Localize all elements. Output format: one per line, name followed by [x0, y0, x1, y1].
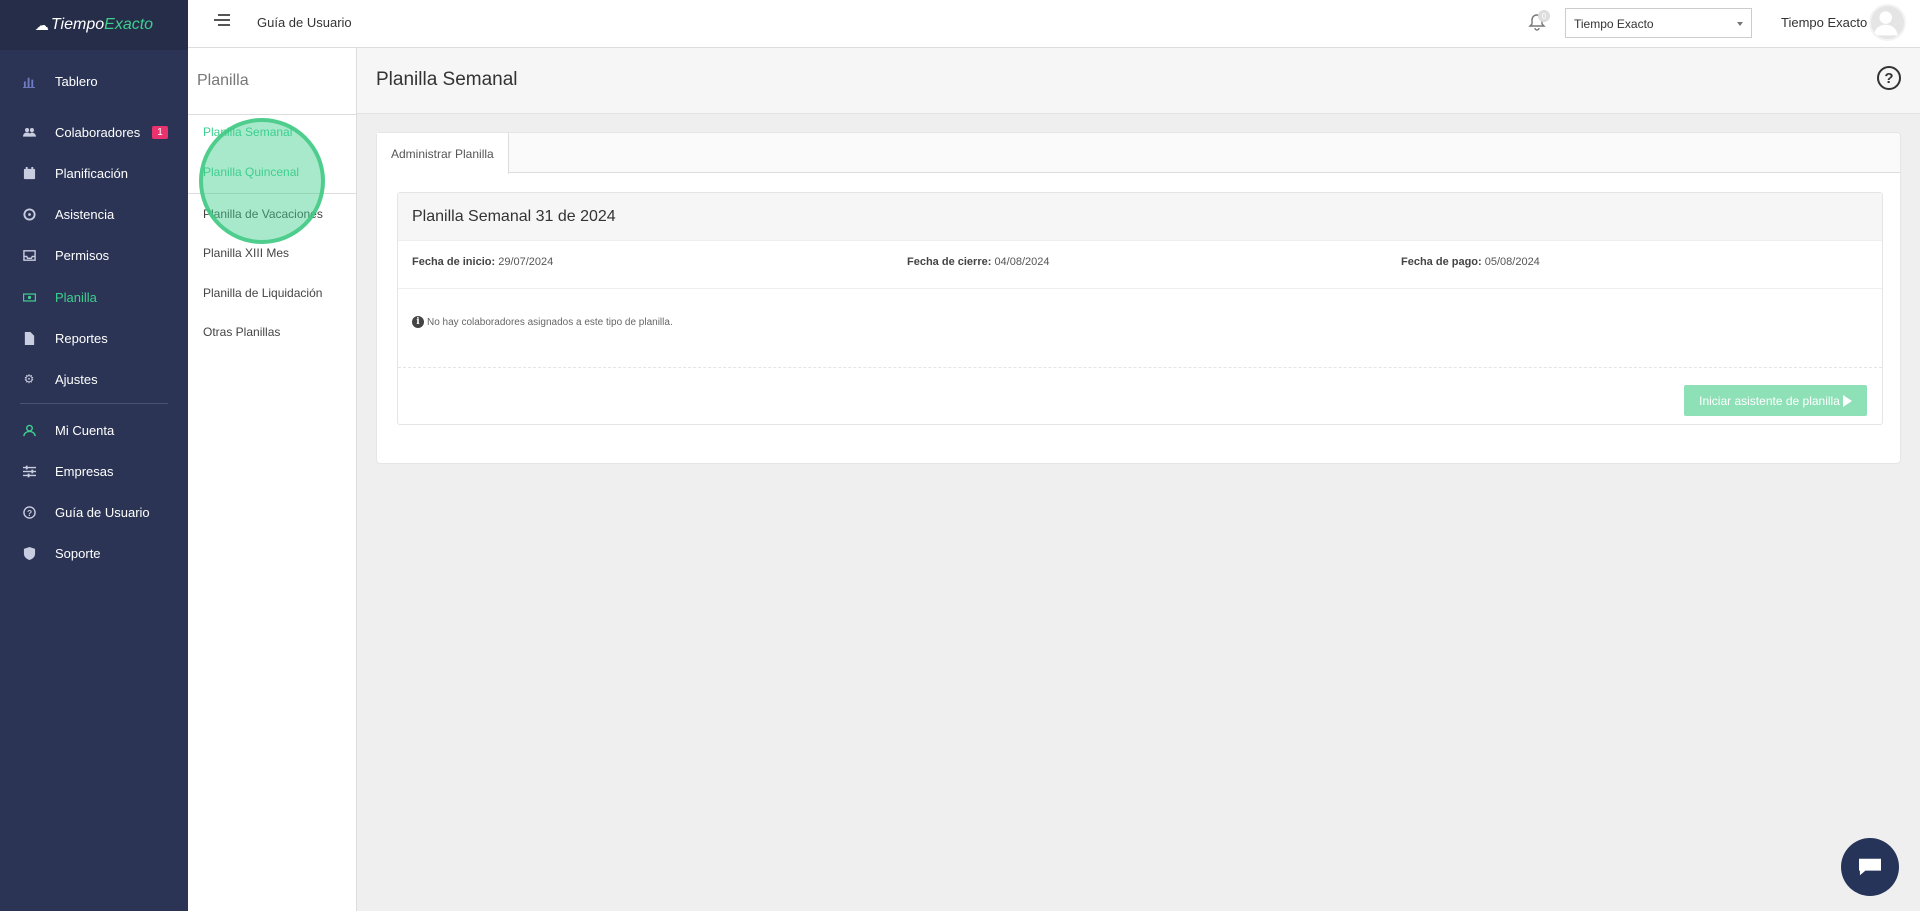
submenu-item-semanal[interactable]: Planilla Semanal	[203, 125, 292, 139]
sliders-icon	[21, 465, 37, 478]
start-date-value: 29/07/2024	[498, 256, 554, 268]
submenu-item-quincenal[interactable]: Planilla Quincenal	[203, 165, 299, 179]
pay-date-label: Fecha de pago:	[1401, 256, 1482, 268]
help-icon[interactable]: ?	[1877, 66, 1901, 90]
close-date-value: 04/08/2024	[994, 256, 1050, 268]
pay-date-value: 05/08/2024	[1484, 256, 1540, 268]
payroll-panel: Planilla Semanal 31 de 2024 Fecha de ini…	[397, 192, 1883, 425]
bar-chart-icon	[21, 75, 37, 88]
sidebar-item-asistencia[interactable]: Asistencia	[0, 200, 188, 228]
info-icon: i	[412, 316, 424, 328]
gear-icon: ⚙	[23, 372, 35, 386]
submenu-divider	[188, 193, 356, 194]
section-title: Planilla Semanal 31 de 2024	[398, 193, 1882, 241]
user-name[interactable]: Tiempo Exacto	[1781, 15, 1867, 30]
divider	[398, 367, 1882, 368]
logo-text-part1: Tiempo	[50, 16, 105, 33]
sidebar-item-ajustes[interactable]: ⚙ Ajustes	[0, 365, 188, 393]
sidebar-item-label: Empresas	[55, 463, 114, 479]
close-date: Fecha de cierre: 04/08/2024	[907, 256, 1050, 268]
sidebar-item-label: Guía de Usuario	[55, 504, 150, 520]
sidebar: ☁ Tiempo Exacto Tablero Colaboradores 1 P…	[0, 0, 188, 911]
file-icon	[21, 331, 37, 345]
menu-toggle-icon[interactable]	[214, 14, 230, 28]
submenu-item-liquidacion[interactable]: Planilla de Liquidación	[203, 286, 322, 300]
svg-text:?: ?	[26, 507, 31, 517]
sidebar-item-label: Mi Cuenta	[55, 422, 115, 438]
sidebar-item-mi-cuenta[interactable]: Mi Cuenta	[0, 416, 188, 444]
clock-icon	[21, 207, 37, 221]
guide-link[interactable]: Guía de Usuario	[257, 15, 352, 30]
sidebar-item-soporte[interactable]: Soporte	[0, 539, 188, 567]
sidebar-item-reportes[interactable]: Reportes	[0, 324, 188, 352]
sidebar-item-label: Reportes	[55, 330, 108, 346]
payroll-card: Administrar Planilla Planilla Semanal 31…	[376, 132, 1901, 464]
sidebar-item-label: Permisos	[55, 247, 110, 263]
submenu-title: Planilla	[188, 48, 356, 115]
page-title: Planilla Semanal	[376, 69, 518, 90]
logo-text-part2: Exacto	[104, 16, 154, 33]
company-select[interactable]: Tiempo Exacto	[1565, 8, 1752, 38]
start-wizard-button[interactable]: Iniciar asistente de planilla	[1684, 385, 1867, 416]
sidebar-item-planificacion[interactable]: Planificación	[0, 159, 188, 187]
page-header: Planilla Semanal ?	[357, 48, 1920, 114]
dates-row: Fecha de inicio: 29/07/2024 Fecha de cie…	[398, 241, 1882, 289]
avatar[interactable]	[1869, 4, 1906, 41]
sidebar-item-label: Colaboradores	[55, 124, 141, 140]
start-wizard-label: Iniciar asistente de planilla	[1699, 393, 1840, 408]
company-select-value: Tiempo Exacto	[1574, 17, 1654, 31]
question-icon: ?	[21, 505, 37, 519]
cloud-icon: ☁	[34, 16, 49, 33]
start-date: Fecha de inicio: 29/07/2024	[412, 256, 553, 268]
sidebar-item-label: Planilla	[55, 289, 97, 305]
shield-icon	[21, 546, 37, 560]
submenu-panel: Planilla Planilla Semanal Planilla Quinc…	[188, 48, 357, 911]
start-date-label: Fecha de inicio:	[412, 256, 496, 268]
user-icon	[21, 424, 37, 437]
sidebar-item-label: Ajustes	[55, 371, 98, 387]
close-date-label: Fecha de cierre:	[907, 256, 992, 268]
sidebar-item-planilla[interactable]: Planilla	[0, 283, 188, 311]
count-badge: 1	[152, 125, 168, 139]
submenu-item-xiii-mes[interactable]: Planilla XIII Mes	[203, 246, 289, 260]
users-icon	[21, 126, 37, 139]
sidebar-item-tablero[interactable]: Tablero	[0, 67, 188, 95]
sidebar-item-colaboradores[interactable]: Colaboradores 1	[0, 118, 188, 146]
sidebar-item-label: Soporte	[55, 545, 101, 561]
calendar-icon	[21, 166, 37, 180]
empty-notice: i No hay colaboradores asignados a este …	[412, 316, 673, 328]
submenu-item-otras[interactable]: Otras Planillas	[203, 325, 280, 339]
caret-down-icon	[1737, 22, 1743, 26]
sidebar-item-label: Planificación	[55, 165, 128, 181]
sidebar-item-permisos[interactable]: Permisos	[0, 241, 188, 269]
money-icon	[21, 291, 37, 304]
sidebar-item-guia[interactable]: ? Guía de Usuario	[0, 498, 188, 526]
sidebar-item-empresas[interactable]: Empresas	[0, 457, 188, 485]
notification-count: 0	[1538, 10, 1550, 22]
sidebar-item-label: Asistencia	[55, 206, 115, 222]
chat-icon	[1859, 858, 1881, 876]
inbox-icon	[21, 249, 37, 262]
sidebar-divider	[20, 403, 168, 404]
empty-notice-text: No hay colaboradores asignados a este ti…	[427, 316, 673, 328]
tab-bar: Administrar Planilla	[377, 133, 1900, 174]
app-logo[interactable]: ☁ Tiempo Exacto	[0, 0, 188, 50]
tab-administrar-planilla[interactable]: Administrar Planilla	[377, 133, 509, 174]
submenu-item-vacaciones[interactable]: Planilla de Vacaciones	[203, 207, 323, 221]
chat-button[interactable]	[1841, 838, 1899, 896]
sidebar-item-label: Tablero	[55, 73, 98, 89]
play-icon	[1842, 394, 1852, 407]
top-bar: Guía de Usuario 0 Tiempo Exacto Tiempo E…	[188, 0, 1920, 48]
pay-date: Fecha de pago: 05/08/2024	[1401, 256, 1540, 268]
